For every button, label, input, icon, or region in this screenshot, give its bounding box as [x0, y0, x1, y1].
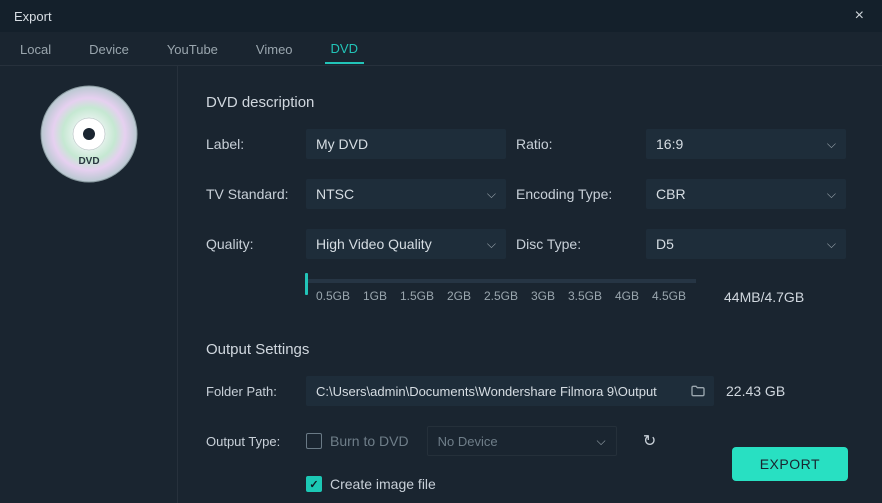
quality-value: High Video Quality — [316, 236, 432, 252]
label-folder: Folder Path: — [206, 384, 296, 399]
label-label: Label: — [206, 136, 296, 152]
free-space: 22.43 GB — [726, 383, 785, 399]
chevron-down-icon: ⌵ — [487, 237, 496, 252]
tvstd-select[interactable]: NTSC ⌵ — [306, 179, 506, 209]
section-output-title: Output Settings — [206, 341, 854, 358]
encoding-value: CBR — [656, 186, 686, 202]
folder-icon[interactable] — [690, 383, 706, 399]
chevron-down-icon: ⌵ — [827, 187, 836, 202]
size-label: 44MB/4.7GB — [724, 289, 804, 305]
ratio-select[interactable]: 16:9 ⌵ — [646, 129, 846, 159]
device-value: No Device — [438, 434, 498, 449]
ratio-value: 16:9 — [656, 136, 683, 152]
label-input[interactable] — [306, 129, 506, 159]
tab-dvd[interactable]: DVD — [325, 33, 364, 64]
burn-label: Burn to DVD — [330, 433, 409, 449]
slider-ticks: 0.5GB 1GB 1.5GB 2GB 2.5GB 3GB 3.5GB 4GB … — [306, 289, 696, 303]
window-title: Export — [14, 9, 52, 24]
disc-label-text: DVD — [78, 156, 99, 167]
label-ratio: Ratio: — [516, 136, 636, 152]
label-encoding: Encoding Type: — [516, 186, 636, 202]
chevron-down-icon: ⌵ — [827, 237, 836, 252]
tab-youtube[interactable]: YouTube — [161, 34, 224, 63]
titlebar: Export × — [0, 0, 882, 32]
size-slider[interactable]: 0.5GB 1GB 1.5GB 2GB 2.5GB 3GB 3.5GB 4GB … — [306, 279, 696, 315]
folder-path-value: C:\Users\admin\Documents\Wondershare Fil… — [316, 384, 657, 399]
refresh-icon[interactable]: ↻ — [635, 426, 665, 456]
burn-checkbox[interactable]: Burn to DVD — [306, 433, 409, 449]
folder-path-field[interactable]: C:\Users\admin\Documents\Wondershare Fil… — [306, 376, 714, 406]
chevron-down-icon: ⌵ — [827, 137, 836, 152]
checkbox-icon — [306, 433, 322, 449]
label-quality: Quality: — [206, 236, 296, 252]
quality-select[interactable]: High Video Quality ⌵ — [306, 229, 506, 259]
close-icon[interactable]: × — [847, 5, 872, 27]
chevron-down-icon: ⌵ — [487, 187, 496, 202]
label-outtype: Output Type: — [206, 434, 296, 449]
chevron-down-icon: ⌵ — [596, 434, 605, 449]
disc-value: D5 — [656, 236, 674, 252]
tvstd-value: NTSC — [316, 186, 354, 202]
tab-local[interactable]: Local — [14, 34, 57, 63]
dvd-disc-icon: DVD — [39, 84, 139, 184]
create-image-label: Create image file — [330, 476, 436, 492]
tabs: Local Device YouTube Vimeo DVD — [0, 32, 882, 66]
checkbox-checked-icon: ✓ — [306, 476, 322, 492]
section-dvd-title: DVD description — [206, 94, 854, 111]
label-disc: Disc Type: — [516, 236, 636, 252]
encoding-select[interactable]: CBR ⌵ — [646, 179, 846, 209]
export-button[interactable]: EXPORT — [732, 447, 848, 481]
tab-device[interactable]: Device — [83, 34, 135, 63]
device-select[interactable]: No Device ⌵ — [427, 426, 617, 456]
disc-select[interactable]: D5 ⌵ — [646, 229, 846, 259]
label-tvstd: TV Standard: — [206, 186, 296, 202]
sidebar: DVD — [0, 66, 178, 503]
tab-vimeo[interactable]: Vimeo — [250, 34, 299, 63]
